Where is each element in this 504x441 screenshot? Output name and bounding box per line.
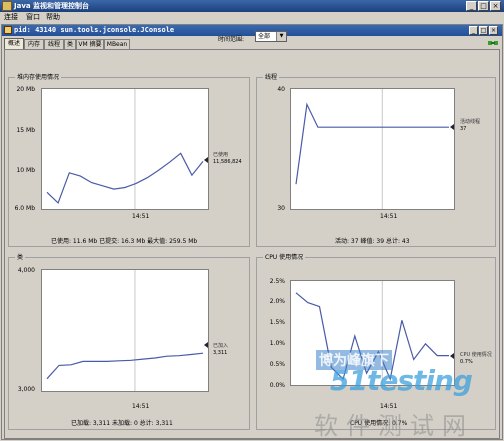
classes-side-label: 已加入 (213, 343, 229, 349)
classes-y-tick: 4,000 (17, 267, 35, 274)
cpu-footer: CPU 使用情况: 0.7% (350, 420, 408, 427)
threads-value-marker (450, 124, 454, 130)
heap-side-label: 已使用 (213, 152, 229, 158)
connection-icon (488, 41, 498, 45)
close-icon[interactable]: × (490, 1, 501, 11)
classes-plot (41, 269, 209, 392)
cpu-side-value: 0.7% (460, 359, 473, 365)
maximize-icon[interactable]: □ (478, 1, 489, 11)
chart-svg (295, 281, 449, 385)
cpu-y-tick: 0.5% (269, 361, 285, 368)
series-line (295, 292, 449, 382)
menu-help[interactable]: 帮助 (46, 13, 60, 22)
heap-side-value: 11,586,824 (213, 159, 242, 165)
heap-y-tick: 15 Mb (16, 127, 35, 134)
tab-classes[interactable]: 类 (64, 39, 76, 49)
cpu-y-tick: 2.0% (269, 298, 285, 305)
heap-value-marker (204, 157, 208, 163)
series-line (46, 152, 204, 204)
java-icon (2, 1, 12, 11)
threads-panel-title: 线程 (263, 74, 280, 81)
frame-minimize-icon[interactable]: _ (469, 26, 478, 35)
threads-footer: 活动: 37 峰值: 39 总计: 43 (335, 238, 410, 245)
chevron-down-icon[interactable]: ▼ (276, 32, 286, 41)
tab-threads[interactable]: 线程 (44, 39, 64, 49)
threads-y-tick: 30 (277, 205, 285, 212)
heap-y-tick: 20 Mb (16, 86, 35, 93)
classes-panel-title: 类 (15, 254, 26, 261)
tab-mbean[interactable]: MBean (104, 39, 130, 49)
tab-memory[interactable]: 内存 (24, 39, 44, 49)
cpu-y-tick: 1.0% (269, 340, 285, 347)
classes-value-marker (204, 342, 208, 348)
menu-bar: 连接 窗口 帮助 (0, 12, 504, 23)
chart-svg (46, 270, 204, 391)
series-line (295, 102, 449, 185)
time-range-label: 时间范围: (218, 36, 245, 43)
heap-y-tick: 6.0 Mb (14, 205, 35, 212)
classes-y-tick: 3,000 (17, 386, 35, 393)
heap-footer: 已使用: 11.6 Mb 已提交: 16.3 Mb 最大值: 259.5 Mb (51, 238, 198, 245)
threads-side-label: 活动线程 (460, 119, 481, 125)
cpu-x-tick: 14:51 (380, 403, 398, 410)
classes-footer: 已加载: 3,311 未加载: 0 总计: 3,311 (71, 420, 173, 427)
threads-side-value: 37 (460, 126, 467, 132)
menu-window[interactable]: 窗口 (26, 13, 40, 22)
frame-close-icon[interactable]: × (489, 26, 498, 35)
threads-x-tick: 14:51 (380, 213, 398, 220)
cpu-side-label: CPU 使用情况 (460, 352, 492, 358)
cpu-value-marker (450, 353, 454, 359)
heap-x-tick: 14:51 (132, 213, 150, 220)
threads-plot (290, 88, 455, 210)
chart-svg (295, 89, 449, 209)
internal-frame-title-bar: pid: 43140 sun.tools.jconsole.JConsole _… (2, 25, 502, 36)
threads-y-tick: 40 (277, 86, 285, 93)
time-range-select[interactable]: 全部 ▼ (255, 31, 287, 42)
cpu-y-tick: 1.5% (269, 319, 285, 326)
cpu-y-tick: 2.5% (269, 278, 285, 285)
frame-maximize-icon[interactable]: □ (479, 26, 488, 35)
classes-x-tick: 14:51 (132, 403, 150, 410)
app-title-bar: Java 监视和管理控制台 _ □ × (0, 0, 504, 12)
minimize-icon[interactable]: _ (466, 1, 477, 11)
cpu-y-tick: 0.0% (269, 382, 285, 389)
menu-connection[interactable]: 连接 (4, 13, 18, 22)
cpu-plot (290, 280, 455, 386)
heap-plot (41, 88, 209, 210)
app-title: Java 监视和管理控制台 (14, 2, 90, 10)
classes-side-value: 3,311 (213, 350, 228, 356)
series-line (46, 352, 204, 380)
time-range-value: 全部 (258, 33, 271, 40)
frame-icon (4, 26, 12, 34)
heap-y-tick: 10 Mb (16, 167, 35, 174)
internal-frame-title: pid: 43140 sun.tools.jconsole.JConsole (14, 26, 175, 34)
cpu-panel-title: CPU 使用情况 (263, 254, 306, 261)
heap-panel-title: 堆内存使用情况 (15, 74, 62, 81)
tab-vm-summary[interactable]: VM 摘要 (76, 39, 104, 49)
tab-overview[interactable]: 概述 (4, 38, 24, 49)
chart-svg (46, 89, 204, 209)
